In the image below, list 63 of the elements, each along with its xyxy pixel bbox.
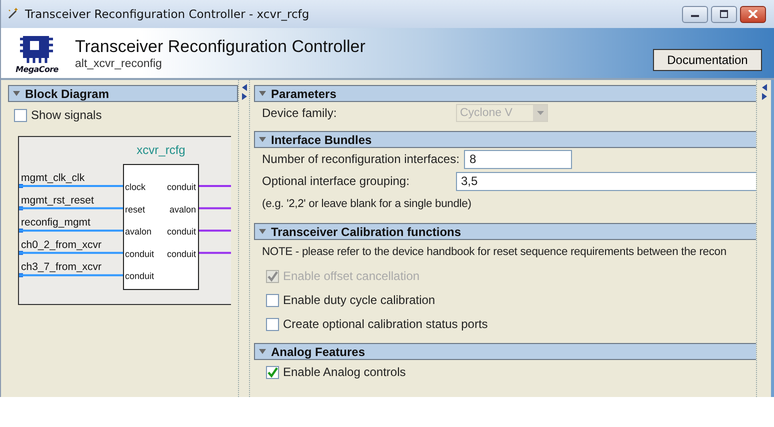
signal-line — [199, 252, 231, 254]
section-header[interactable]: Interface Bundles — [254, 131, 756, 148]
section-header[interactable]: Transceiver Calibration functions — [254, 223, 756, 240]
checkbox-label: Enable Analog controls — [283, 365, 406, 379]
documentation-button[interactable]: Documentation — [653, 49, 762, 71]
section-title: Analog Features — [271, 344, 366, 358]
checkbox-label: Enable offset cancellation — [283, 269, 420, 283]
port-label: clock — [125, 182, 146, 192]
field-label: Number of reconfiguration interfaces: — [262, 152, 460, 166]
port-label: conduit — [125, 271, 154, 282]
signal-label: reconfig_mgmt — [21, 216, 90, 229]
section-header[interactable]: Analog Features — [254, 343, 756, 360]
section-title: Block Diagram — [25, 86, 110, 100]
expand-right-icon — [762, 93, 766, 100]
splitter[interactable] — [756, 80, 774, 397]
window-title: Transceiver Reconfiguration Controller - xcvr_rcfg — [25, 7, 310, 21]
splitter[interactable] — [238, 80, 250, 397]
collapse-left-icon — [762, 84, 766, 91]
port-label: conduit — [166, 248, 196, 259]
section-title: Transceiver Calibration functions — [271, 224, 462, 238]
checkbox[interactable] — [14, 108, 27, 122]
signal-line — [199, 207, 231, 210]
maximize-icon — [719, 10, 729, 18]
dialog-title: Transceiver Reconfiguration Controller — [75, 36, 366, 56]
signal-label: mgmt_rst_reset — [21, 194, 94, 206]
logo-text: MegaCore — [16, 64, 58, 74]
collapse-left-icon — [242, 84, 246, 91]
port-label: avalon — [169, 204, 196, 214]
checkbox[interactable] — [266, 366, 279, 378]
port-label: conduit — [166, 182, 196, 192]
minimize-button[interactable] — [682, 6, 708, 22]
diagram-title: xcvr_rcfg — [136, 143, 186, 157]
expand-right-icon — [242, 93, 246, 100]
close-icon — [748, 10, 758, 18]
checkbox-label: Show signals — [31, 108, 102, 122]
checkbox-label: Enable duty cycle calibration — [283, 293, 436, 307]
input-field[interactable]: 3,5 — [456, 172, 756, 190]
wand-icon — [7, 8, 19, 20]
signal-line — [199, 185, 231, 187]
caret-icon — [536, 111, 544, 115]
close-button[interactable] — [740, 6, 766, 22]
dialog-subtitle: alt_xcvr_reconfig — [75, 58, 163, 70]
maximize-button[interactable] — [711, 6, 737, 22]
section-title: Interface Bundles — [271, 132, 372, 146]
field-label: Optional interface grouping: — [262, 174, 410, 188]
port-label: conduit — [166, 226, 196, 237]
signal-label: ch3_7_from_xcvr — [21, 261, 102, 274]
signal-label: ch0_2_from_xcvr — [21, 238, 102, 251]
input-field[interactable]: 8 — [464, 150, 572, 168]
note-text: (e.g. '2,2' or leave blank for a single bundle) — [262, 198, 472, 210]
port-label: reset — [125, 204, 146, 214]
signal-line — [199, 230, 231, 232]
checkbox[interactable] — [266, 294, 279, 306]
signal-label: mgmt_clk_clk — [21, 172, 85, 184]
port-label: avalon — [125, 226, 152, 237]
section-header[interactable]: Parameters — [254, 85, 756, 102]
section-title: Parameters — [271, 86, 336, 100]
field-label: Device family: — [262, 106, 338, 120]
section-header[interactable]: Block Diagram — [8, 85, 238, 102]
port-label: conduit — [125, 248, 154, 259]
checkbox-label: Create optional calibration status ports — [283, 317, 488, 331]
note-text: NOTE - please refer to the device handbook for reset sequence requirements between the recon — [262, 246, 726, 258]
checkbox[interactable] — [266, 318, 279, 330]
